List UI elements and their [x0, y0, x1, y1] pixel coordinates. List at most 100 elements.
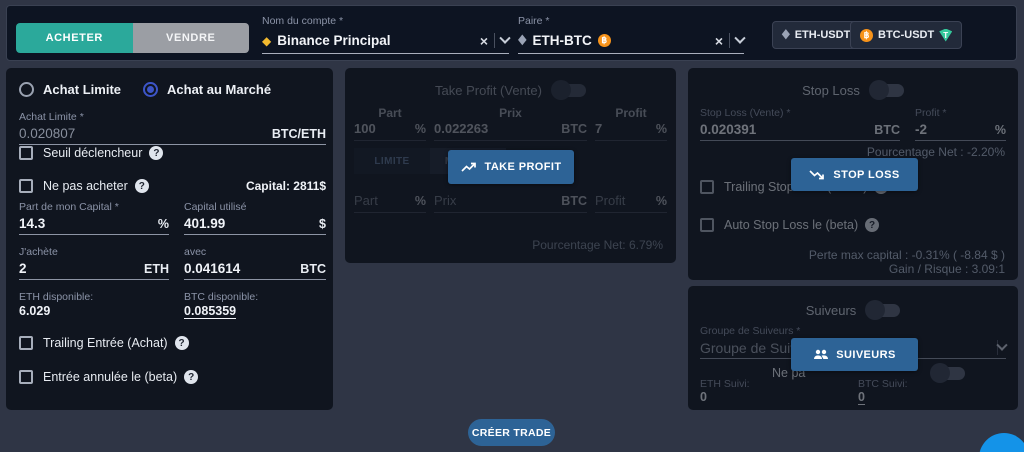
trailing-sl-checkbox[interactable]: [700, 180, 714, 194]
auto-sl-label: Auto Stop Loss le (beta): [724, 218, 858, 232]
tp-prix-suffix: BTC: [561, 122, 587, 136]
tp-prix-input[interactable]: 0.022263 BTC: [434, 121, 587, 141]
pair-chevron-down-icon[interactable]: [734, 32, 745, 43]
tp2-part-placeholder: Part: [354, 193, 378, 208]
sl-price-input[interactable]: 0.020391 BTC: [700, 119, 900, 141]
capital-part-input[interactable]: 14.3 %: [19, 213, 169, 235]
btc-available-label: BTC disponible:: [184, 291, 258, 303]
tp2-part-suffix: %: [415, 194, 426, 208]
binance-icon: ◆: [262, 35, 271, 47]
buy-tab[interactable]: ACHETER: [16, 23, 133, 53]
tether-icon: T: [939, 29, 952, 42]
trailing-entry-row: Trailing Entrée (Achat) ?: [19, 336, 189, 350]
tp-part-input[interactable]: 100 %: [354, 121, 426, 141]
col-part: Part: [354, 106, 426, 120]
sl-profit-label: Profit *: [915, 107, 947, 119]
quick-pair-btc-label: BTC-USDT: [878, 29, 934, 41]
sl-profit-input[interactable]: -2 %: [915, 119, 1006, 141]
pair-clear-icon[interactable]: ×: [715, 34, 723, 48]
help-icon[interactable]: ?: [149, 146, 163, 160]
quick-pair-eth-label: ETH-USDT: [795, 29, 851, 41]
limit-price-input[interactable]: 0.020807 BTC/ETH: [19, 123, 326, 145]
account-field[interactable]: Nom du compte * ◆ Binance Principal ×: [262, 15, 509, 57]
buy-qty-input[interactable]: 2 ETH: [19, 258, 169, 280]
followers-title: Suiveurs: [806, 303, 857, 318]
trading-app: ACHETER VENDRE Nom du compte * ◆ Binance…: [0, 0, 1024, 452]
help-icon[interactable]: ?: [184, 370, 198, 384]
cancel-entry-row: Entrée annulée le (beta) ?: [19, 370, 198, 384]
radio-limit[interactable]: [19, 82, 34, 97]
help-icon[interactable]: ?: [135, 179, 149, 193]
help-icon[interactable]: ?: [865, 218, 879, 232]
pair-field[interactable]: Paire * ◆ ETH-BTC ฿ ×: [518, 15, 744, 57]
take-profit-button-label: TAKE PROFIT: [485, 161, 562, 173]
chat-fab-button[interactable]: [979, 433, 1024, 452]
create-trade-button[interactable]: CRÉER TRADE: [468, 419, 555, 446]
order-type-radios: Achat Limite Achat au Marché: [19, 82, 271, 97]
account-clear-icon[interactable]: ×: [480, 34, 488, 48]
tp-profit-value[interactable]: 7: [595, 121, 602, 136]
tp-prix-value[interactable]: 0.022263: [434, 121, 488, 136]
people-icon: [813, 349, 829, 360]
take-profit-row-2: Part % Prix BTC Profit %: [354, 193, 667, 213]
btc-icon: ฿: [598, 34, 611, 47]
quick-pair-btc-usdt[interactable]: ฿ BTC-USDT T: [850, 21, 962, 49]
auto-sl-checkbox[interactable]: [700, 218, 714, 232]
take-profit-header: Take Profit (Vente): [345, 83, 676, 98]
followers-option-toggle[interactable]: [933, 367, 965, 380]
col-profit: Profit: [595, 106, 667, 120]
btc-available-link[interactable]: 0.085359: [184, 304, 236, 319]
take-profit-toggle[interactable]: [554, 84, 586, 97]
nobuy-checkbox[interactable]: [19, 179, 33, 193]
sl-profit-suffix: %: [995, 123, 1006, 137]
followers-toggle[interactable]: [868, 304, 900, 317]
sl-gain-risk: Gain / Risque : 3.09:1: [889, 262, 1005, 276]
trailing-entry-checkbox[interactable]: [19, 336, 33, 350]
tp-profit-input[interactable]: 7 %: [595, 121, 667, 141]
buy-qty-value[interactable]: 2: [19, 261, 27, 276]
eth-icon: ◆: [518, 34, 526, 48]
tp-limit-button[interactable]: LIMITE: [354, 148, 430, 174]
tp2-part-input[interactable]: Part %: [354, 193, 426, 213]
sl-profit-value[interactable]: -2: [915, 122, 927, 137]
tp2-prix-input[interactable]: Prix BTC: [434, 193, 587, 213]
tp2-prix-suffix: BTC: [561, 194, 587, 208]
limit-price-suffix: BTC/ETH: [272, 127, 326, 141]
take-profit-button[interactable]: TAKE PROFIT: [448, 150, 574, 184]
pair-value[interactable]: ETH-BTC: [532, 33, 591, 48]
btc-followed-value[interactable]: 0: [858, 390, 865, 405]
followers-chevron-down-icon[interactable]: [996, 339, 1007, 350]
stop-loss-toggle[interactable]: [872, 84, 904, 97]
cancel-entry-checkbox[interactable]: [19, 370, 33, 384]
account-value[interactable]: Binance Principal: [277, 33, 474, 48]
trigger-checkbox[interactable]: [19, 146, 33, 160]
with-suffix: BTC: [300, 262, 326, 276]
radio-market-label: Achat au Marché: [167, 82, 271, 97]
stop-loss-header: Stop Loss: [688, 83, 1018, 98]
tp-part-value[interactable]: 100: [354, 121, 376, 136]
eth-followed-label: ETH Suivi:: [700, 378, 750, 390]
followers-button[interactable]: SUIVEURS: [791, 338, 918, 371]
account-chevron-down-icon[interactable]: [499, 32, 510, 43]
sl-price-value[interactable]: 0.020391: [700, 122, 756, 137]
sell-tab[interactable]: VENDRE: [133, 23, 250, 53]
stop-loss-button[interactable]: STOP LOSS: [791, 158, 918, 191]
tp2-prix-placeholder: Prix: [434, 193, 456, 208]
radio-market[interactable]: [143, 82, 158, 97]
stop-loss-button-label: STOP LOSS: [833, 169, 899, 181]
cancel-entry-label: Entrée annulée le (beta): [43, 370, 177, 384]
tp2-profit-input[interactable]: Profit %: [595, 193, 667, 213]
capital-used-input[interactable]: 401.99 $: [184, 213, 326, 235]
sl-price-label: Stop Loss (Vente) *: [700, 107, 790, 119]
capital-used-value[interactable]: 401.99: [184, 216, 225, 231]
with-input[interactable]: 0.041614 BTC: [184, 258, 326, 280]
stop-loss-title: Stop Loss: [802, 83, 860, 98]
help-icon[interactable]: ?: [175, 336, 189, 350]
auto-sl-row: Auto Stop Loss le (beta) ?: [700, 218, 879, 232]
followers-panel: Suiveurs Groupe de Suiveurs * Groupe de …: [688, 286, 1018, 410]
capital-part-value[interactable]: 14.3: [19, 216, 45, 231]
sl-net-percentage: Pourcentage Net : -2.20%: [867, 145, 1005, 159]
take-profit-columns: Part Prix Profit: [354, 106, 667, 120]
with-value[interactable]: 0.041614: [184, 261, 240, 276]
limit-price-value[interactable]: 0.020807: [19, 126, 75, 141]
